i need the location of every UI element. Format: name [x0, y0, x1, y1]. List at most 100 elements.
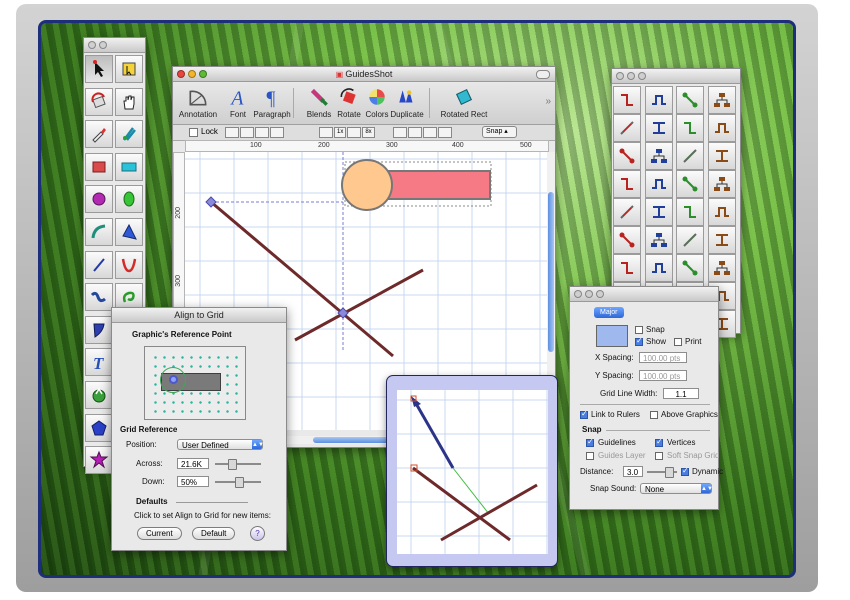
eyedropper-tool[interactable] [85, 120, 113, 149]
help-button[interactable]: ? [250, 526, 265, 541]
guidelines-checkbox[interactable] [586, 437, 594, 447]
rectangle-cyan-tool[interactable] [115, 152, 143, 181]
snap-popup[interactable]: Snap ▴ [482, 126, 517, 138]
minimize-button[interactable] [188, 70, 196, 78]
across-slider[interactable] [215, 459, 261, 470]
down-field[interactable]: 50% [177, 476, 209, 487]
grid-panel-titlebar[interactable] [570, 287, 718, 302]
bridge-tool[interactable] [644, 226, 673, 254]
close-button[interactable] [616, 72, 624, 80]
y-spacing-field[interactable]: 100.00 pts [639, 370, 687, 381]
hand-pan-tool[interactable] [115, 87, 143, 116]
zoom-button[interactable] [199, 70, 207, 78]
tag-select-tool[interactable] [115, 55, 143, 83]
align-center-v-tool[interactable] [613, 142, 641, 170]
connector-step-tool[interactable] [613, 86, 641, 114]
zoom-button[interactable] [596, 290, 604, 298]
pen-shape-tool[interactable] [85, 315, 113, 344]
wave-tool[interactable] [707, 226, 736, 254]
curve-bump-tool[interactable] [676, 226, 704, 254]
above-graphics-checkbox[interactable] [650, 411, 658, 419]
snap-checkbox[interactable] [635, 326, 643, 334]
across-field[interactable]: 21.6K [177, 458, 209, 469]
connector-tree-tool[interactable] [707, 86, 736, 114]
distance-slider[interactable] [647, 467, 677, 478]
show-checkbox[interactable] [635, 336, 643, 346]
toolbar-annotation-button[interactable]: Annotation [177, 86, 219, 119]
align-buttons[interactable] [393, 127, 452, 138]
align-dialog-titlebar[interactable]: Align to Grid [112, 308, 286, 323]
bezier-tool[interactable] [115, 250, 143, 279]
text-tool-tool[interactable]: T [85, 348, 113, 377]
horizontal-ruler[interactable]: 100 200 300 400 500 [185, 140, 549, 152]
tweezers-tool[interactable] [115, 120, 143, 149]
snap-sound-popup[interactable]: None ▲▼ [640, 483, 713, 494]
scroll-thumb[interactable] [548, 192, 554, 352]
distribute-h-tool[interactable] [613, 170, 641, 198]
dimension-angle-tool[interactable] [676, 114, 704, 142]
ribbon-tool[interactable] [707, 254, 736, 282]
right-palette-titlebar[interactable] [612, 69, 740, 84]
main-window-titlebar[interactable]: ▣ GuidesShot [173, 67, 555, 82]
star-magenta-tool[interactable] [85, 446, 113, 475]
align-top-tool[interactable] [676, 142, 704, 170]
connector-bracket-tool[interactable] [644, 86, 673, 114]
apply-fill-tool[interactable] [85, 381, 113, 409]
guides-layer-checkbox[interactable] [586, 452, 594, 460]
double-line-tool[interactable] [613, 254, 641, 282]
angle-measure-tool[interactable] [707, 198, 736, 226]
dimension-points-tool[interactable] [644, 114, 673, 142]
ellipse-tool[interactable] [85, 185, 113, 214]
dimension-diagonal-tool[interactable] [613, 114, 641, 142]
current-button[interactable]: Current [137, 527, 182, 540]
link-rulers-checkbox[interactable] [580, 409, 588, 419]
minimize-button[interactable] [627, 72, 635, 80]
connector-zigzag-tool[interactable] [613, 226, 641, 254]
line-tool[interactable] [85, 250, 113, 279]
toolbar-paragraph-button[interactable]: ¶ Paragraph [251, 86, 293, 119]
lock-checkbox[interactable] [189, 128, 198, 137]
toolbar-overflow-icon[interactable]: » [545, 96, 551, 107]
center-mark-tool[interactable] [644, 198, 673, 226]
close-button[interactable] [574, 290, 582, 298]
chevron-up-tool[interactable] [644, 254, 673, 282]
position-popup[interactable]: User Defined ▲▼ [177, 439, 264, 450]
arc-tool[interactable] [85, 218, 113, 246]
align-sides-tool[interactable] [644, 142, 673, 170]
toolbar-duplicate-button[interactable]: Duplicate [386, 86, 428, 119]
x-spacing-field[interactable]: 100.00 pts [639, 352, 687, 363]
rotate-tool-tool[interactable] [85, 87, 113, 116]
vertices-checkbox[interactable] [655, 437, 663, 447]
minimize-button[interactable] [585, 290, 593, 298]
close-button[interactable] [177, 70, 185, 78]
default-button[interactable]: Default [192, 527, 236, 540]
minimize-button[interactable] [99, 41, 107, 49]
peak-tool[interactable] [676, 254, 704, 282]
align-right-tool[interactable] [707, 170, 736, 198]
toolbar-toggle-button[interactable] [536, 70, 550, 79]
zoom-button[interactable] [638, 72, 646, 80]
connector-dot-tool[interactable] [676, 86, 704, 114]
align-edge-tool[interactable] [707, 142, 736, 170]
tool-palette-titlebar[interactable] [84, 38, 145, 53]
distribute-v-tool[interactable] [644, 170, 673, 198]
arrow-corner-tool[interactable] [613, 198, 641, 226]
down-slider[interactable] [215, 477, 261, 488]
dimension-bar-tool[interactable] [707, 114, 736, 142]
align-mid-tool[interactable] [676, 170, 704, 198]
pentagon-tool[interactable] [85, 413, 113, 442]
oval-green-tool[interactable] [115, 185, 143, 214]
arrow-select-tool[interactable] [85, 55, 113, 83]
layout-buttons[interactable] [225, 127, 284, 138]
toolbar-rotated-rect-button[interactable]: Rotated Rect [435, 86, 493, 119]
distance-field[interactable]: 3.0 [623, 466, 643, 477]
polygon-tool[interactable] [115, 218, 143, 246]
size-buttons[interactable]: 1x 8x [319, 127, 375, 138]
freehand-tool[interactable] [85, 283, 113, 312]
reference-point-preview[interactable] [144, 346, 246, 420]
soft-snap-checkbox[interactable] [655, 452, 663, 460]
major-tab[interactable]: Major [594, 307, 624, 318]
dynamic-checkbox[interactable] [681, 466, 689, 476]
grid-color-well[interactable] [596, 325, 628, 347]
rectangle-tool[interactable] [85, 152, 113, 181]
